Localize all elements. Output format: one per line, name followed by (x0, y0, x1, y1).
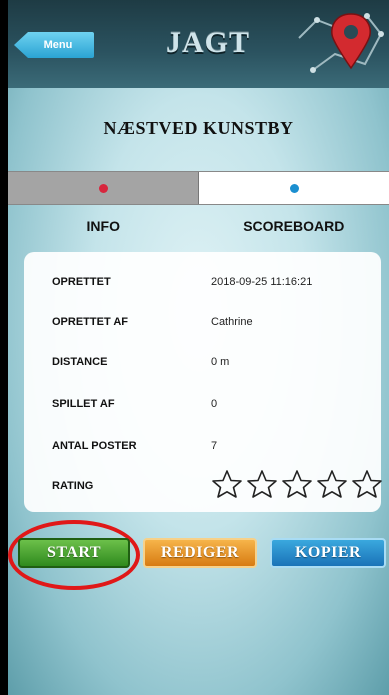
info-value: 2018-09-25 11:16:21 (211, 276, 313, 288)
info-label: DISTANCE (52, 356, 108, 368)
tab-indicator-dot (98, 183, 108, 193)
tab-labels: INFO SCOREBOARD (8, 218, 389, 238)
info-row-post-count: ANTAL POSTER 7 (24, 436, 381, 456)
star-icon[interactable] (316, 469, 348, 504)
tab-bar (8, 171, 389, 205)
star-icon[interactable] (211, 469, 243, 504)
info-label: ANTAL POSTER (52, 440, 137, 452)
info-card: OPRETTET 2018-09-25 11:16:21 OPRETTET AF… (24, 252, 382, 512)
info-value: 0 m (211, 356, 230, 368)
menu-button[interactable]: Menu (14, 32, 94, 58)
header-bar: Menu JAGT (8, 0, 389, 88)
hunt-title: NÆSTVED KUNSTBY (103, 118, 294, 138)
info-value: 7 (211, 440, 218, 452)
copy-button[interactable]: KOPIER (270, 538, 386, 568)
rating-label: RATING (52, 480, 94, 492)
app-title: JAGT (165, 26, 250, 59)
info-row-created-by: OPRETTET AF Cathrine (24, 312, 381, 332)
edit-button-label: REDIGER (160, 544, 240, 561)
tab-info[interactable] (8, 172, 199, 204)
tab-indicator-dot (289, 183, 299, 193)
map-pin-logo-icon (298, 13, 384, 73)
info-value: 0 (211, 398, 218, 410)
tab-info-label[interactable]: INFO (8, 218, 199, 238)
edit-button[interactable]: REDIGER (143, 538, 257, 568)
tab-scoreboard[interactable] (199, 172, 389, 204)
star-icon[interactable] (351, 469, 383, 504)
info-row-distance: DISTANCE 0 m (24, 352, 381, 372)
start-button[interactable]: START (18, 538, 130, 568)
info-label: OPRETTET (52, 276, 111, 288)
info-row-rating: RATING (24, 469, 382, 498)
app-screen: Menu JAGT NÆSTVED KUNSTBY INFO SCOREBOAR… (8, 0, 389, 695)
rating-stars[interactable] (211, 469, 383, 504)
start-button-label: START (46, 544, 102, 561)
info-row-played-by: SPILLET AF 0 (24, 394, 381, 414)
info-label: OPRETTET AF (52, 316, 128, 328)
menu-label: Menu (43, 39, 73, 51)
info-value: Cathrine (211, 316, 253, 328)
copy-button-label: KOPIER (294, 544, 362, 561)
info-label: SPILLET AF (52, 398, 115, 410)
star-icon[interactable] (246, 469, 278, 504)
tab-scoreboard-label[interactable]: SCOREBOARD (199, 218, 389, 238)
info-row-created: OPRETTET 2018-09-25 11:16:21 (24, 272, 381, 292)
star-icon[interactable] (281, 469, 313, 504)
